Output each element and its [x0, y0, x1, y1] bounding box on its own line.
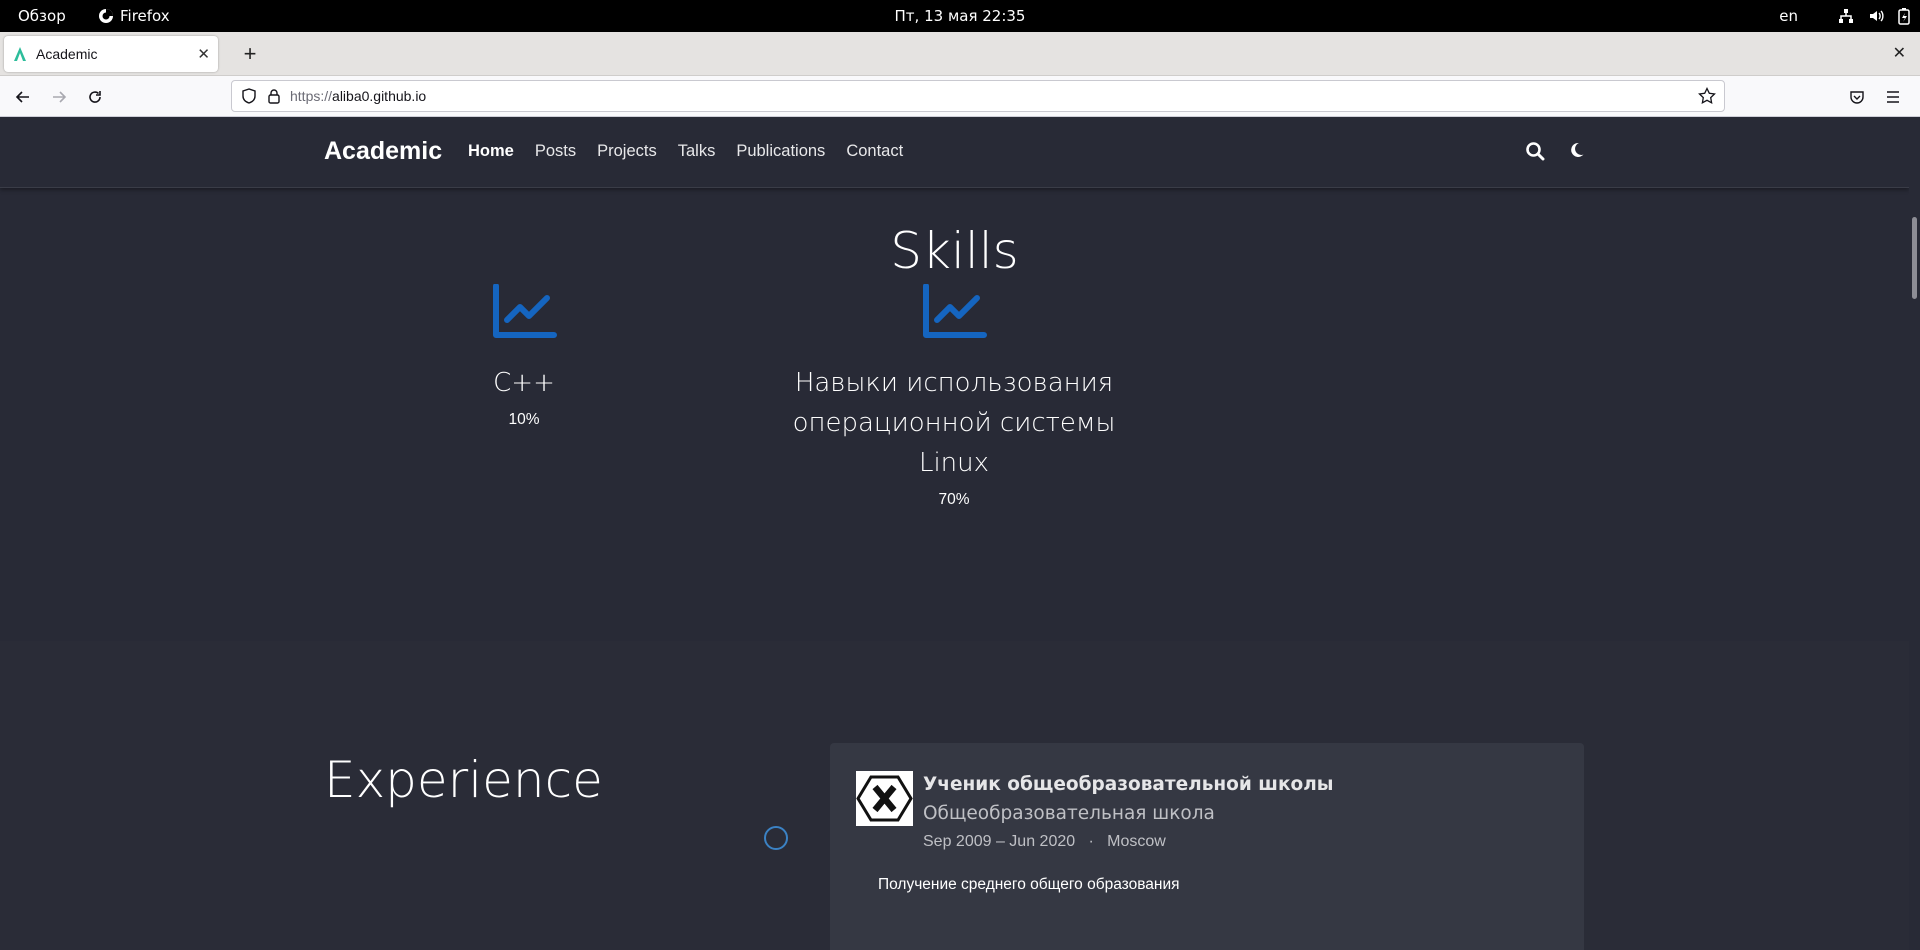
menu-item-home[interactable]: Home: [468, 142, 514, 161]
menu-item-projects[interactable]: Projects: [597, 142, 657, 161]
menu-item-posts[interactable]: Posts: [535, 142, 576, 161]
tracking-shield-icon[interactable]: [242, 88, 256, 104]
experience-description: Получение среднего общего образования: [878, 876, 1180, 893]
experience-organization: Общеобразовательная школа: [923, 803, 1215, 824]
skill-name: C++: [493, 368, 555, 398]
timeline-dot: [764, 826, 788, 850]
firefox-icon: [99, 9, 113, 23]
experience-meta: Sep 2009 – Jun 2020 · Moscow: [923, 833, 1166, 851]
reload-icon: [89, 91, 101, 103]
experience-section: Experience Ученик общеобразовательной шк…: [0, 641, 1909, 950]
url-protocol: https://: [290, 88, 333, 104]
pocket-button[interactable]: [1842, 82, 1872, 112]
experience-dates: Sep 2009 – Jun 2020: [923, 833, 1076, 850]
skills-title: Skills: [890, 222, 1019, 280]
bookmark-star-icon[interactable]: [1698, 87, 1716, 105]
volume-icon: [1870, 10, 1884, 22]
skill-percent: 10%: [508, 411, 540, 428]
skills-section: Skills C++ 10% Навыки использования опер…: [0, 188, 1909, 641]
skill-item-cpp: C++ 10%: [349, 283, 699, 429]
app-menu-button[interactable]: [1878, 82, 1908, 112]
menu-item-talks[interactable]: Talks: [678, 142, 716, 161]
browser-tab-bar: Academic ✕ + ✕: [0, 32, 1920, 76]
clock[interactable]: Пт, 13 мая 22:35: [0, 0, 1920, 32]
skill-percent: 70%: [938, 491, 970, 508]
app-menu[interactable]: Firefox: [98, 0, 170, 32]
page-scrollbar[interactable]: [1909, 117, 1920, 950]
app-name: Firefox: [120, 7, 170, 25]
x-hexagon-logo-icon: [856, 771, 913, 826]
experience-role: Ученик общеобразовательной школы: [923, 774, 1334, 795]
arrow-right-icon: [53, 91, 67, 103]
scrollbar-thumb[interactable]: [1912, 217, 1917, 299]
network-icon: [1839, 9, 1853, 23]
forward-button[interactable]: [44, 82, 74, 112]
browser-tab[interactable]: Academic ✕: [4, 36, 218, 72]
keyboard-layout[interactable]: en: [1779, 7, 1798, 25]
hamburger-menu-icon: [1887, 91, 1899, 103]
skill-item-linux: Навыки использования операционной систем…: [779, 283, 1129, 509]
site-menu: Home Posts Projects Talks Publications C…: [468, 142, 903, 161]
tab-title: Academic: [36, 46, 98, 62]
tab-close-icon[interactable]: ✕: [197, 45, 210, 63]
system-tray[interactable]: en: [1779, 0, 1910, 32]
site-brand[interactable]: Academic: [324, 137, 442, 166]
browser-nav-bar: https://aliba0.github.io: [0, 76, 1920, 117]
web-page: Academic Home Posts Projects Talks Publi…: [0, 117, 1909, 950]
url-host: aliba0.github.io: [332, 88, 427, 104]
experience-card: Ученик общеобразовательной школы Общеобр…: [830, 743, 1584, 950]
dark-mode-moon-icon[interactable]: [1567, 141, 1585, 159]
battery-icon: [1898, 8, 1910, 25]
site-nav-icons: [1525, 141, 1585, 161]
menu-item-publications[interactable]: Publications: [736, 142, 825, 161]
menu-item-contact[interactable]: Contact: [846, 142, 903, 161]
skill-name: Навыки использования операционной систем…: [792, 368, 1116, 478]
system-top-bar: Обзор Firefox Пт, 13 мая 22:35 en: [0, 0, 1920, 32]
site-navbar: Academic Home Posts Projects Talks Publi…: [0, 117, 1909, 188]
activities-button[interactable]: Обзор: [18, 0, 66, 32]
chart-line-icon: [493, 283, 557, 338]
reload-button[interactable]: [80, 82, 110, 112]
lock-icon[interactable]: [268, 88, 280, 104]
window-close-icon[interactable]: ✕: [1893, 36, 1906, 72]
chart-line-icon: [923, 283, 987, 338]
url-bar[interactable]: https://aliba0.github.io: [231, 80, 1725, 112]
search-icon[interactable]: [1525, 141, 1545, 161]
meta-separator: ·: [1079, 833, 1103, 850]
new-tab-button[interactable]: +: [234, 36, 266, 72]
pocket-icon: [1850, 91, 1864, 104]
academic-favicon-icon: [14, 47, 26, 61]
experience-title: Experience: [324, 751, 603, 809]
experience-location: Moscow: [1107, 833, 1166, 850]
back-button[interactable]: [8, 82, 38, 112]
arrow-left-icon: [15, 91, 29, 103]
